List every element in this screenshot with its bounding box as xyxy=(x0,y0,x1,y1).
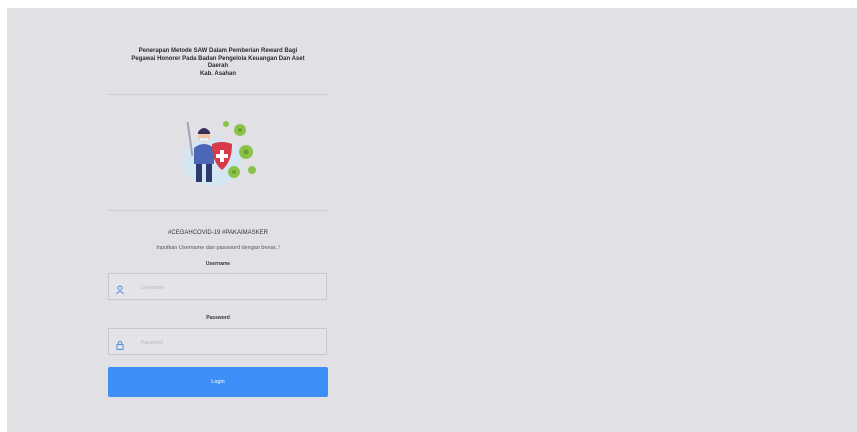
app-title-line-4: Kab. Asahan xyxy=(199,70,237,77)
app-title-line-1: Penerapan Metode SAW Dalam Pemberian Rew… xyxy=(138,48,298,54)
lock-icon xyxy=(115,337,125,350)
username-label: Username xyxy=(205,261,231,267)
divider-bottom xyxy=(108,210,328,211)
password-input[interactable] xyxy=(139,334,323,352)
divider-top xyxy=(108,94,328,95)
login-page: Penerapan Metode SAW Dalam Pemberian Rew… xyxy=(7,8,857,432)
username-field xyxy=(108,273,327,300)
app-title-line-2: Pegawai Honorer Pada Badan Pengelola Keu… xyxy=(131,55,305,62)
login-button[interactable]: Login xyxy=(108,367,328,397)
app-title: Penerapan Metode SAW Dalam Pemberian Rew… xyxy=(108,48,328,78)
password-field xyxy=(108,328,327,355)
user-icon xyxy=(115,282,125,295)
login-panel: Penerapan Metode SAW Dalam Pemberian Rew… xyxy=(108,8,328,432)
username-input[interactable] xyxy=(139,279,323,297)
password-label: Password xyxy=(206,315,230,321)
login-instruction: Inputkan Username dan password dengan be… xyxy=(156,245,280,251)
hashtag-text: #CEGAHCOVID-19 #PAKAIMASKER xyxy=(168,230,268,236)
covid-illustration xyxy=(176,114,260,190)
app-title-line-3: Daerah xyxy=(207,63,229,69)
